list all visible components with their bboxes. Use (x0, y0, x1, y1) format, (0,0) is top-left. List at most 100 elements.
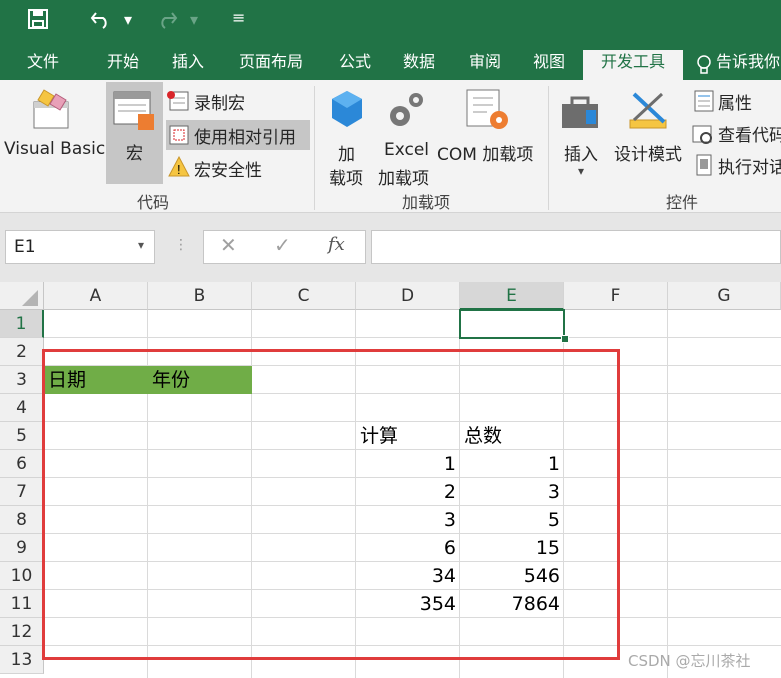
use-relative-references-label: 使用相对引用 (194, 128, 296, 148)
tab-formulas[interactable]: 公式 (326, 50, 384, 80)
visual-basic-button[interactable]: Visual Basic (4, 84, 106, 174)
run-dialog-button[interactable]: 执行对话 (692, 152, 781, 178)
formula-buttons: ✕ ✓ fx (203, 230, 366, 264)
use-relative-references-button[interactable]: 使用相对引用 (166, 120, 310, 150)
row-header-11[interactable]: 11 (0, 590, 44, 618)
macros-button[interactable]: 宏 (106, 82, 163, 184)
run-dialog-label: 执行对话 (718, 158, 781, 178)
more-icon: ⋮ (174, 237, 188, 253)
column-header-f[interactable]: F (564, 282, 668, 310)
formula-input[interactable] (371, 230, 781, 264)
enter-check-icon[interactable]: ✓ (274, 233, 291, 257)
redo-dropdown-icon[interactable]: ▾ (190, 10, 198, 30)
lightbulb-icon (697, 55, 711, 74)
fill-handle[interactable] (561, 335, 569, 343)
relative-references-icon (169, 125, 189, 145)
tab-file[interactable]: 文件 (14, 50, 72, 80)
properties-icon (694, 90, 714, 112)
view-code-button[interactable]: 查看代码 (692, 120, 781, 146)
run-dialog-icon (696, 154, 712, 176)
excel-addins-label-line1: Excel (384, 140, 430, 160)
row-header-3[interactable]: 3 (0, 366, 44, 394)
addins-button[interactable]: 加 载项 (322, 84, 372, 189)
record-macro-label: 录制宏 (194, 94, 245, 114)
row-header-5[interactable]: 5 (0, 422, 44, 450)
insert-control-label: 插入 (564, 145, 598, 165)
record-macro-icon (167, 91, 189, 111)
tab-review[interactable]: 审阅 (456, 50, 514, 80)
tab-home[interactable]: 开始 (94, 50, 152, 80)
tab-developer[interactable]: 开发工具 (583, 50, 683, 80)
visual-basic-icon (33, 89, 69, 129)
gear-icon (390, 93, 423, 126)
addins-label-line2: 载项 (329, 169, 363, 189)
column-header-e[interactable]: E (460, 282, 564, 310)
column-header-b[interactable]: B (148, 282, 252, 310)
row-header-8[interactable]: 8 (0, 506, 44, 534)
ribbon: Visual Basic 宏 录制宏 使用相对引用 ! 宏安全性 代码 加 载项… (0, 80, 781, 213)
design-mode-icon (629, 92, 667, 129)
record-macro-button[interactable]: 录制宏 (166, 88, 314, 114)
tab-page-layout[interactable]: 页面布局 (226, 50, 316, 80)
title-bar: ▾ ▾ ≡ (0, 0, 781, 44)
formula-bar-area: E1 ▾ ⋮ ✕ ✓ fx (0, 213, 781, 282)
macros-label: 宏 (126, 144, 143, 164)
macros-icon (113, 91, 154, 130)
save-icon[interactable] (28, 9, 48, 29)
com-addins-button[interactable]: COM 加载项 (437, 84, 545, 165)
row-header-9[interactable]: 9 (0, 534, 44, 562)
com-addins-icon (466, 89, 508, 129)
column-header-a[interactable]: A (44, 282, 148, 310)
gridline (44, 337, 781, 338)
column-header-c[interactable]: C (252, 282, 356, 310)
view-code-icon (692, 125, 712, 144)
store-icon (332, 91, 362, 127)
design-mode-button[interactable]: 设计模式 (612, 84, 688, 165)
row-header-7[interactable]: 7 (0, 478, 44, 506)
properties-button[interactable]: 属性 (692, 88, 781, 114)
row-header-1[interactable]: 1 (0, 310, 44, 338)
design-mode-label: 设计模式 (614, 145, 682, 165)
row-header-6[interactable]: 6 (0, 450, 44, 478)
controls-group-label: 控件 (666, 193, 699, 212)
row-header-13[interactable]: 13 (0, 646, 44, 674)
toolbox-icon (562, 96, 598, 128)
row-header-2[interactable]: 2 (0, 338, 44, 366)
com-addins-label: COM 加载项 (437, 145, 534, 165)
selected-cell-e1[interactable] (459, 309, 565, 339)
macro-security-label: 宏安全性 (194, 161, 262, 181)
annotation-highlight-box (42, 349, 620, 660)
watermark: CSDN @忘川茶社 (628, 652, 751, 670)
addins-group-label: 加载项 (402, 193, 451, 212)
redo-icon[interactable] (156, 9, 178, 29)
select-all-corner[interactable] (0, 282, 44, 310)
visual-basic-label: Visual Basic (4, 139, 106, 159)
worksheet-grid: A B C D E F G 1 2 3 4 5 6 7 8 9 10 11 12… (0, 282, 781, 678)
column-header-g[interactable]: G (668, 282, 781, 310)
code-group-label: 代码 (137, 193, 170, 212)
cancel-icon[interactable]: ✕ (220, 233, 237, 257)
macro-security-button[interactable]: ! 宏安全性 (166, 154, 306, 182)
addins-label-line1: 加 (338, 145, 355, 165)
column-header-d[interactable]: D (356, 282, 460, 310)
ribbon-tabs: 文件 开始 插入 页面布局 公式 数据 审阅 视图 开发工具 告诉我你 (0, 44, 781, 80)
tell-me-search[interactable]: 告诉我你 (716, 50, 781, 80)
insert-function-icon[interactable]: fx (328, 234, 345, 255)
name-box[interactable]: E1 ▾ (5, 230, 155, 264)
excel-addins-label-line2: 加载项 (378, 169, 429, 189)
undo-icon[interactable] (90, 9, 112, 29)
row-header-10[interactable]: 10 (0, 562, 44, 590)
undo-dropdown-icon[interactable]: ▾ (124, 10, 132, 30)
tab-view[interactable]: 视图 (520, 50, 578, 80)
excel-addins-button[interactable]: Excel 加载项 (376, 84, 436, 189)
chevron-down-icon[interactable]: ▾ (138, 238, 144, 252)
insert-control-button[interactable]: 插入 ▾ (556, 84, 606, 188)
row-header-12[interactable]: 12 (0, 618, 44, 646)
row-header-4[interactable]: 4 (0, 394, 44, 422)
tab-data[interactable]: 数据 (390, 50, 448, 80)
properties-label: 属性 (718, 94, 752, 114)
svg-text:!: ! (177, 162, 181, 177)
select-all-icon (22, 290, 38, 306)
customize-quick-access-icon[interactable]: ≡ (232, 8, 245, 28)
tab-insert[interactable]: 插入 (159, 50, 217, 80)
